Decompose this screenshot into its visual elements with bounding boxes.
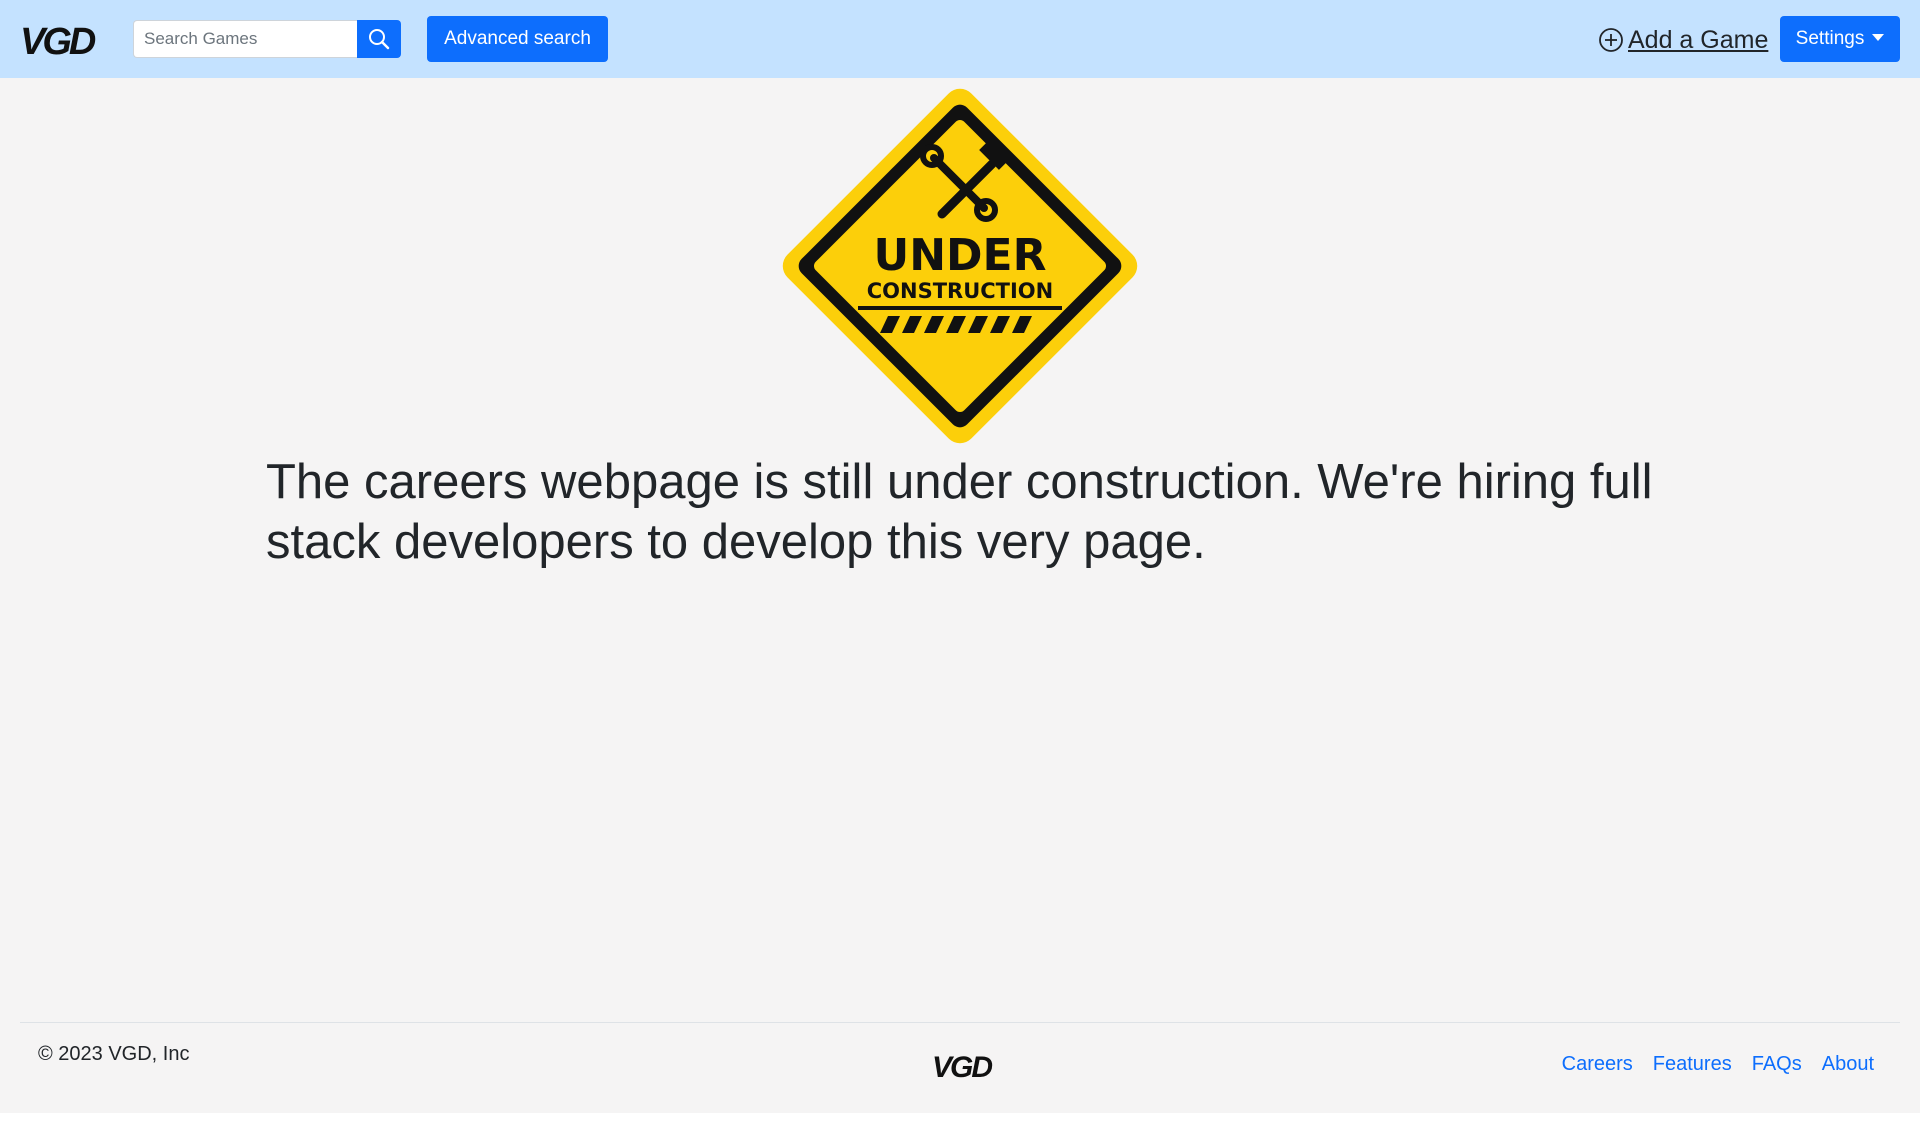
top-navbar: VGD Advanced search Add a Game Settings (0, 0, 1920, 78)
search-button[interactable] (357, 20, 401, 58)
sign-under-text: UNDER (873, 230, 1046, 281)
search-group (133, 20, 401, 58)
sign-construction-text: CONSTRUCTION (867, 279, 1054, 303)
footer-link-about[interactable]: About (1822, 1053, 1874, 1076)
footer-links: Careers Features FAQs About (1562, 1053, 1874, 1076)
sign-underline (858, 306, 1062, 310)
under-construction-sign: UNDER CONSTRUCTION (782, 88, 1138, 444)
plus-circle-icon (1599, 28, 1623, 52)
search-input[interactable] (133, 20, 357, 58)
add-game-label: Add a Game (1628, 25, 1769, 54)
svg-text:VGD: VGD (932, 1051, 992, 1082)
footer-link-careers[interactable]: Careers (1562, 1053, 1633, 1076)
advanced-search-button[interactable]: Advanced search (427, 16, 608, 62)
settings-dropdown-button[interactable]: Settings (1780, 16, 1900, 62)
copyright-text: © 2023 VGD, Inc (38, 1043, 190, 1065)
search-icon (369, 29, 390, 50)
chevron-down-icon (1872, 33, 1885, 41)
footer: © 2023 VGD, Inc VGD Careers Features FAQ… (0, 1023, 1920, 1113)
footer-link-faqs[interactable]: FAQs (1752, 1053, 1802, 1076)
careers-message: The careers webpage is still under const… (266, 455, 1653, 569)
svg-text:VGD: VGD (20, 21, 96, 60)
footer-link-features[interactable]: Features (1653, 1053, 1732, 1076)
page-bottom-strip (0, 1113, 1920, 1143)
add-game-link[interactable]: Add a Game (1598, 22, 1768, 58)
settings-label: Settings (1795, 28, 1865, 49)
footer-vgd-logo[interactable]: VGD (932, 1048, 1004, 1082)
vgd-logo[interactable]: VGD (20, 18, 110, 60)
